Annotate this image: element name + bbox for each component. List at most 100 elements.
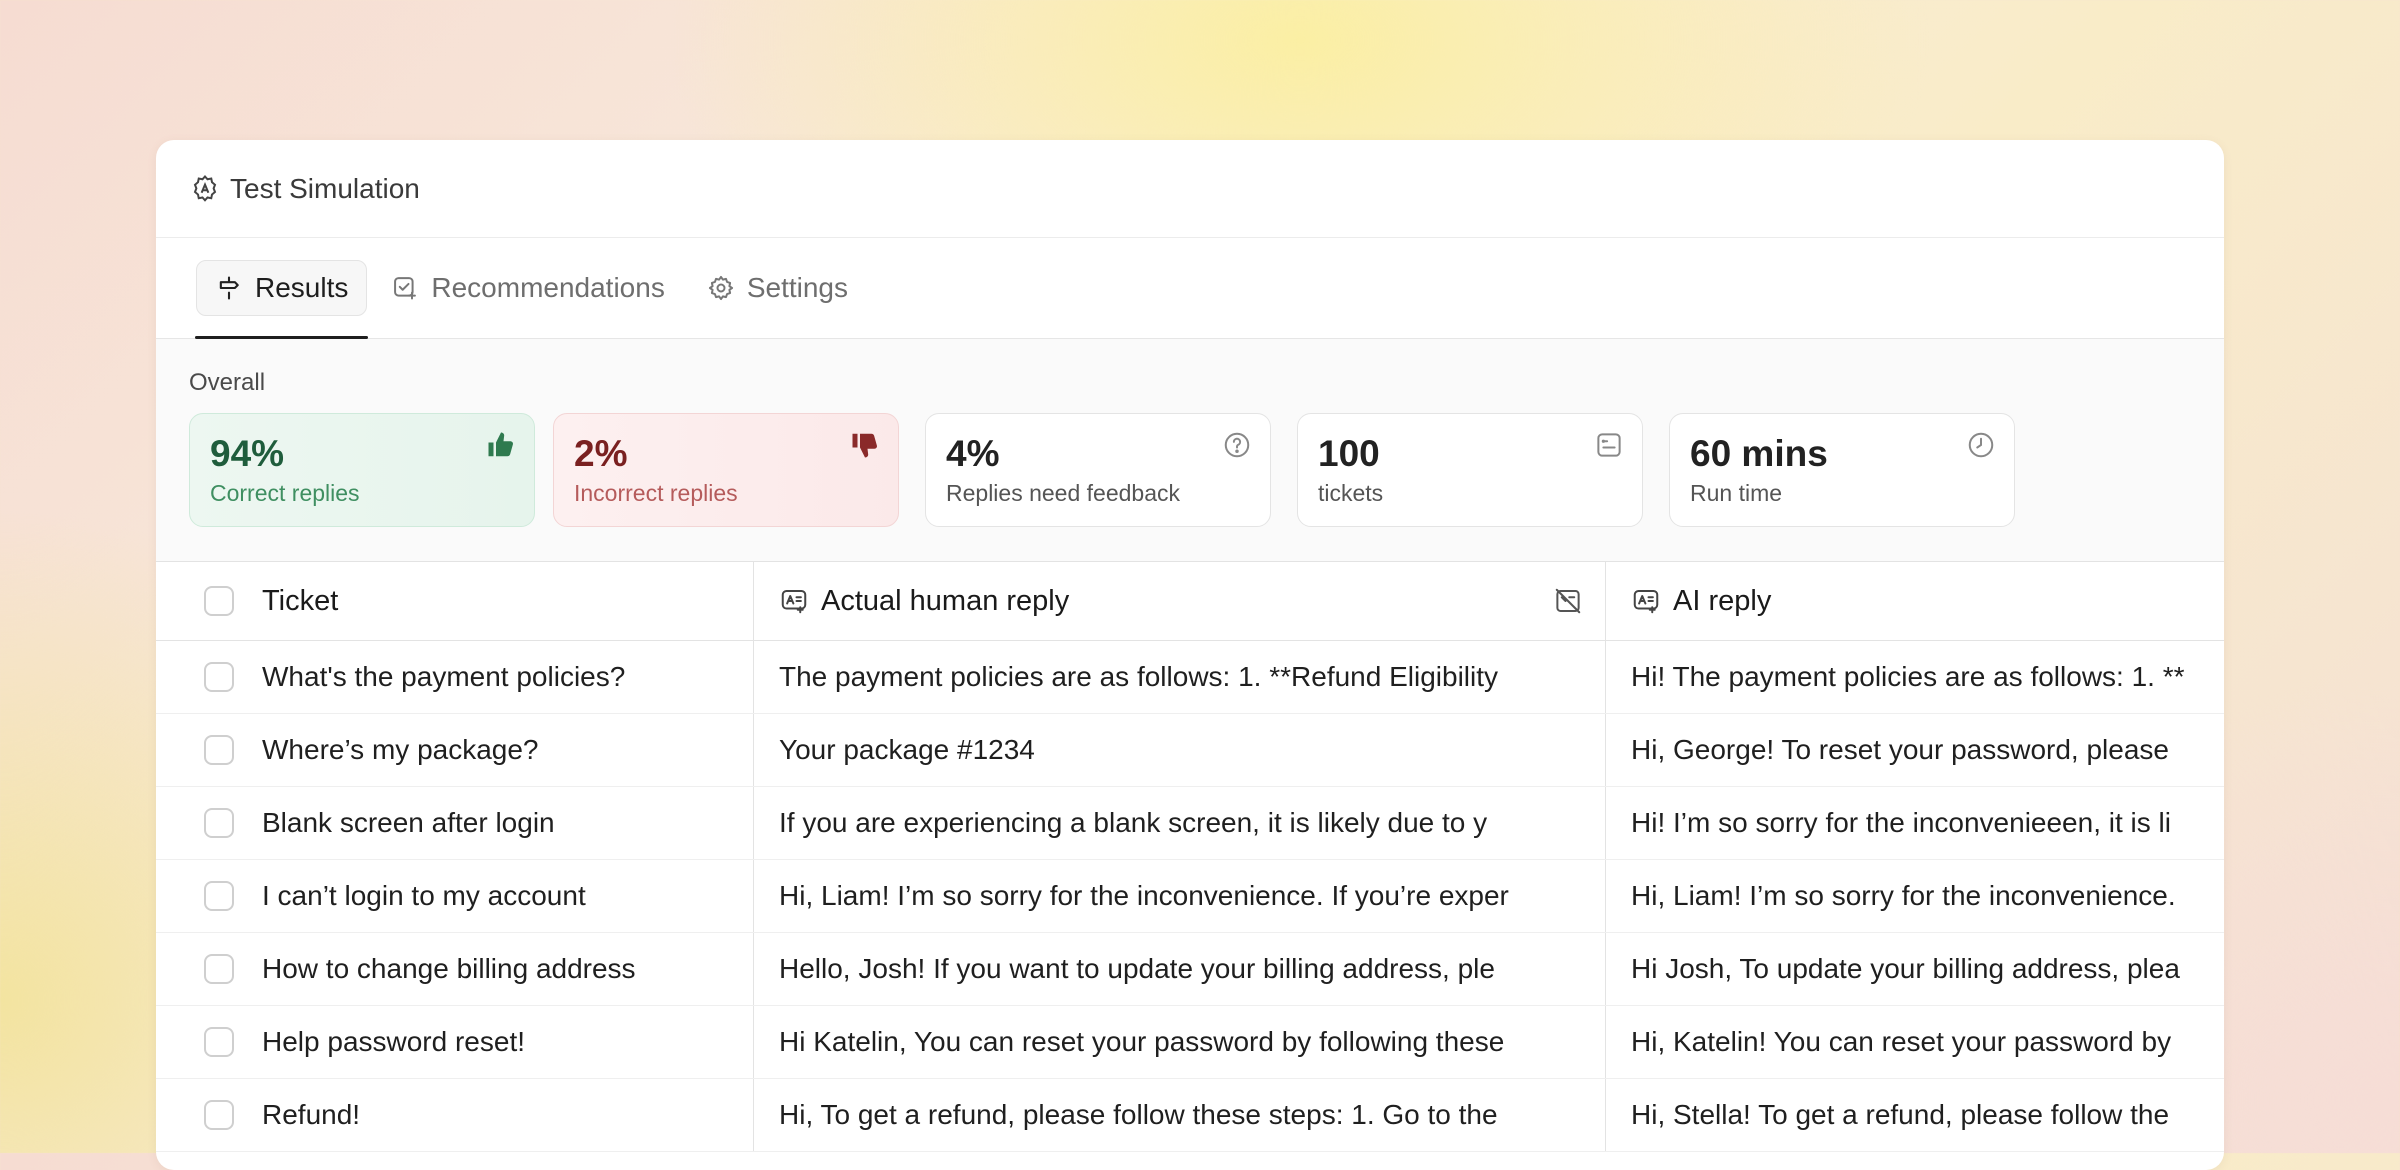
ai-reply-cell: Hi, George! To reset your password, plea… [1606,714,2224,786]
table-row[interactable]: I can’t login to my account Hi, Liam! I’… [156,860,2224,933]
human-reply-column-header: Actual human reply [754,562,1606,640]
tab-bar: Results Recommendations Settings [156,238,2224,339]
human-reply-text: The payment policies are as follows: 1. … [779,661,1499,692]
window-titlebar: Test Simulation [156,140,2224,238]
ticket-text: Refund! [262,1099,361,1130]
human-reply-text: If you are experiencing a blank screen, … [779,807,1488,838]
ai-reply-cell: Hi, Liam! I’m so sorry for the inconveni… [1606,860,2224,932]
clock-icon [1966,430,1996,460]
human-reply-cell: The payment policies are as follows: 1. … [754,641,1606,713]
table-row[interactable]: What's the payment policies? The payment… [156,641,2224,714]
card-value: 2% [574,433,628,474]
row-checkbox[interactable] [204,954,234,984]
human-reply-cell: If you are experiencing a blank screen, … [754,787,1606,859]
human-reply-text: Hi Katelin, You can reset your password … [779,1026,1505,1057]
ai-reply-column-header: AI reply [1606,562,2224,640]
card-label: tickets [1318,480,1384,506]
row-checkbox[interactable] [204,881,234,911]
tab-results-label: Results [255,272,349,303]
ticket-cell: What's the payment policies? [156,641,754,713]
table-row[interactable]: Blank screen after login If you are expe… [156,787,2224,860]
select-all-checkbox[interactable] [204,586,234,616]
ticket-icon [1594,430,1624,460]
signpost-icon [215,274,243,302]
tab-recommendations[interactable]: Recommendations [373,260,682,316]
human-reply-cell: Hello, Josh! If you want to update your … [754,933,1606,1005]
gear-icon [707,274,735,302]
row-checkbox[interactable] [204,735,234,765]
human-reply-cell: Hi, Liam! I’m so sorry for the inconveni… [754,860,1606,932]
table-header-row: Ticket Actual human reply AI reply [156,562,2224,641]
ai-reply-text: Hi Josh, To update your billing address,… [1631,953,2180,984]
ai-reply-text: Hi! I’m so sorry for the inconvenieeen, … [1631,807,2171,838]
incorrect-replies-card[interactable]: 2% Incorrect replies [553,413,899,527]
card-value: 94% [210,433,285,474]
ai-reply-text: Hi, Katelin! You can reset your password… [1631,1026,2172,1057]
ai-reply-column-label: AI reply [1673,584,1772,617]
ai-reply-cell: Hi! I’m so sorry for the inconvenieeen, … [1606,787,2224,859]
tab-results[interactable]: Results [194,260,369,339]
thumbs-down-icon [850,430,880,460]
ticket-text: How to change billing address [262,953,636,984]
window-title: Test Simulation [230,172,420,204]
tab-recommendations-label: Recommendations [431,272,665,303]
card-label: Run time [1690,480,1783,506]
ticket-text: Blank screen after login [262,807,555,838]
row-checkbox[interactable] [204,662,234,692]
correct-replies-card[interactable]: 94% Correct replies [189,413,535,527]
ticket-cell: Help password reset! [156,1006,754,1078]
card-value: 100 [1318,433,1380,474]
row-checkbox[interactable] [204,1027,234,1057]
overall-summary: Overall 94% Correct replies 2% Incorrect… [156,339,2224,562]
table-row[interactable]: Refund! Hi, To get a refund, please foll… [156,1079,2224,1152]
ticket-text: What's the payment policies? [262,661,626,692]
ai-chip-icon [190,174,220,204]
ai-reply-text: Hi, George! To reset your password, plea… [1631,734,2169,765]
checklist-icon [391,274,419,302]
table-row[interactable]: How to change billing address Hello, Jos… [156,933,2224,1006]
ticket-column-header: Ticket [156,562,754,640]
ai-reply-text: Hi! The payment policies are as follows:… [1631,661,2185,692]
test-simulation-window: Test Simulation Results Recommendations [156,140,2224,1170]
ticket-cell: How to change billing address [156,933,754,1005]
ai-reply-cell: Hi, Katelin! You can reset your password… [1606,1006,2224,1078]
reply-card-icon [1631,586,1661,616]
run-time-card[interactable]: 60 mins Run time [1669,413,2015,527]
ai-reply-cell: Hi! The payment policies are as follows:… [1606,641,2224,713]
tab-settings-label: Settings [746,272,848,303]
results-table: Ticket Actual human reply AI reply What'… [156,562,2224,1152]
card-label: Replies need feedback [946,480,1180,506]
human-reply-text: Your package #1234 [779,734,1035,765]
row-checkbox[interactable] [204,1100,234,1130]
ticket-cell: I can’t login to my account [156,860,754,932]
ai-reply-cell: Hi Josh, To update your billing address,… [1606,933,2224,1005]
ticket-text: I can’t login to my account [262,880,586,911]
ticket-cell: Refund! [156,1079,754,1151]
question-circle-icon [1222,430,1252,460]
row-checkbox[interactable] [204,808,234,838]
ticket-text: Help password reset! [262,1026,526,1057]
ai-reply-cell: Hi, Stella! To get a refund, please foll… [1606,1079,2224,1151]
summary-cards: 94% Correct replies 2% Incorrect replies [189,413,2224,527]
table-row[interactable]: Where’s my package? Your package #1234 H… [156,714,2224,787]
thumbs-up-icon [486,430,516,460]
tickets-card[interactable]: 100 tickets [1297,413,1643,527]
card-label: Correct replies [210,480,360,506]
human-reply-text: Hi, Liam! I’m so sorry for the inconveni… [779,880,1509,911]
ai-reply-text: Hi, Liam! I’m so sorry for the inconveni… [1631,880,2176,911]
human-reply-column-label: Actual human reply [821,584,1070,617]
ticket-cell: Blank screen after login [156,787,754,859]
ai-reply-text: Hi, Stella! To get a refund, please foll… [1631,1099,2170,1130]
need-feedback-card[interactable]: 4% Replies need feedback [925,413,1271,527]
overall-label: Overall [189,369,266,396]
human-reply-cell: Your package #1234 [754,714,1606,786]
card-value: 60 mins [1690,433,1828,474]
hide-column-icon[interactable] [1553,586,1583,616]
human-reply-text: Hello, Josh! If you want to update your … [779,953,1495,984]
human-reply-cell: Hi, To get a refund, please follow these… [754,1079,1606,1151]
human-reply-text: Hi, To get a refund, please follow these… [779,1099,1498,1130]
table-row[interactable]: Help password reset! Hi Katelin, You can… [156,1006,2224,1079]
ticket-column-label: Ticket [262,584,339,617]
ticket-text: Where’s my package? [262,734,539,765]
tab-settings[interactable]: Settings [689,260,866,316]
